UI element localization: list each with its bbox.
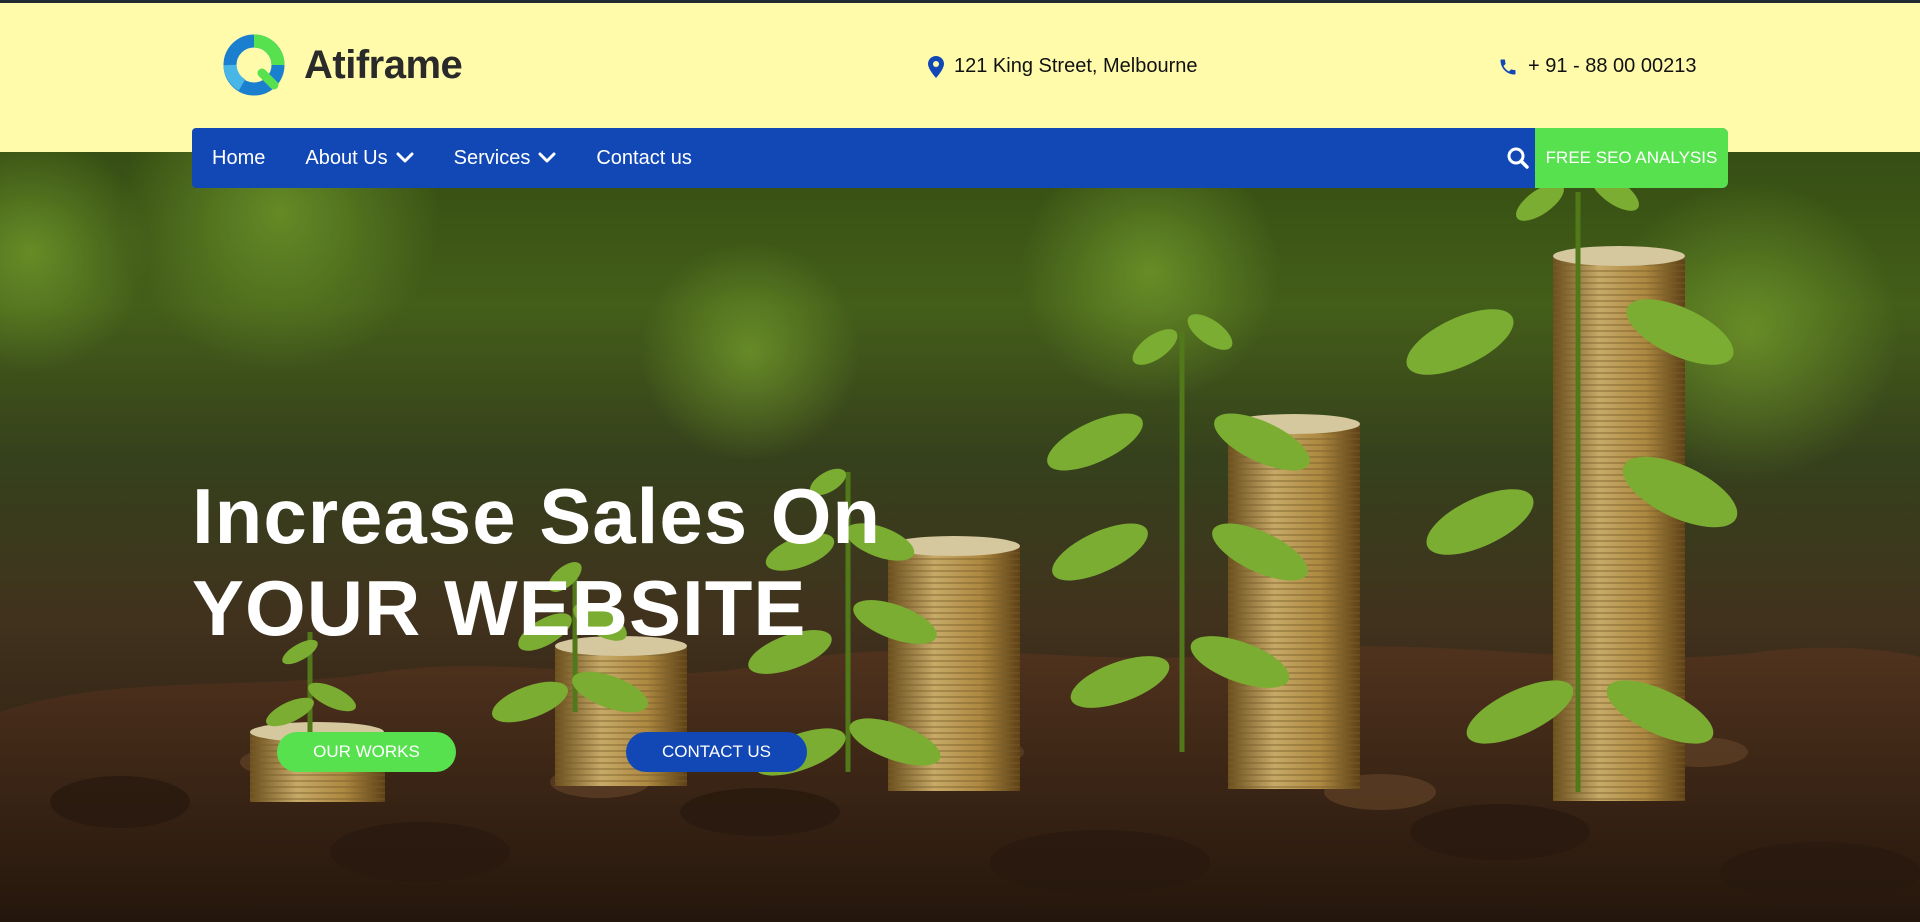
phone-info[interactable]: + 91 - 88 00 00213	[1498, 55, 1696, 78]
address-text: 121 King Street, Melbourne	[954, 55, 1198, 77]
search-icon[interactable]	[1504, 144, 1532, 172]
nav-item-label: Home	[212, 146, 266, 169]
map-pin-icon	[928, 55, 944, 78]
phone-text: + 91 - 88 00 00213	[1528, 55, 1697, 77]
our-works-button[interactable]: OUR WORKS	[277, 732, 456, 772]
main-navbar: Home About Us Services Contact us FREE S…	[192, 128, 1728, 188]
nav-item-label: About Us	[305, 146, 388, 169]
contact-us-button[interactable]: CONTACT US	[626, 732, 807, 772]
address-info: 121 King Street, Melbourne	[928, 55, 1198, 78]
hero-headline: Increase Sales On YOUR WEBSITE	[192, 470, 881, 654]
chevron-down-icon	[538, 152, 556, 163]
phone-icon	[1500, 59, 1516, 74]
nav-item-about-us[interactable]: About Us	[305, 146, 414, 170]
free-seo-analysis-button[interactable]: FREE SEO ANALYSIS	[1535, 128, 1728, 188]
nav-item-home[interactable]: Home	[212, 147, 265, 170]
hero-headline-line1: Increase Sales On	[192, 472, 882, 560]
nav-item-services[interactable]: Services	[454, 147, 557, 170]
chevron-down-icon	[396, 152, 414, 163]
nav-item-label: Contact us	[596, 146, 692, 169]
brand-logo[interactable]: Atiframe	[222, 33, 463, 97]
nav-item-contact-us[interactable]: Contact us	[596, 147, 692, 170]
hero-headline-line2: YOUR WEBSITE	[192, 564, 807, 652]
brand-name: Atiframe	[304, 42, 463, 87]
logo-mark-icon	[223, 34, 285, 96]
hero-section: Increase Sales On YOUR WEBSITE OUR WORKS…	[0, 152, 1920, 922]
nav-item-label: Services	[453, 146, 531, 169]
